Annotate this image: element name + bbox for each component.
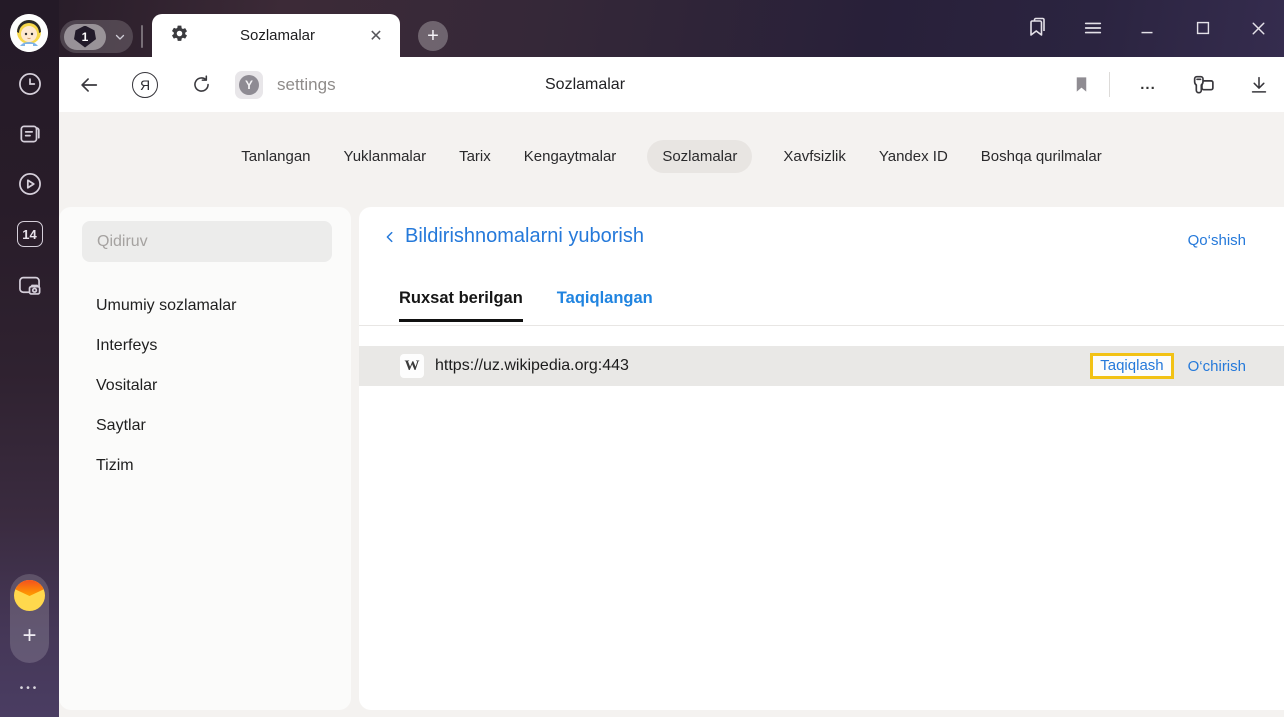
add-site-link[interactable]: Qo‘shish [1188,232,1246,249]
minimize-button[interactable] [1127,8,1167,48]
tabstrip-divider [141,25,143,48]
page-title: Bildirishnomalarni yuborish [405,225,644,248]
screenshot-icon[interactable] [0,272,59,299]
url-text[interactable]: settings [277,57,336,112]
tab-count-value: 1 [74,26,96,48]
mail-icon[interactable] [14,580,45,611]
nav-tab-yandex-id[interactable]: Yandex ID [877,140,950,173]
notes-icon[interactable] [0,121,59,147]
yandex-home-icon[interactable]: Я [129,57,161,112]
tab-close-icon[interactable]: ✕ [366,26,386,46]
taqiqlash-highlight-box: Taqiqlash [1090,353,1173,379]
sidebar-item-umumiy[interactable]: Umumiy sozlamalar [96,297,236,315]
settings-gear-icon [170,24,189,48]
more-icon[interactable]: ... [1131,57,1165,112]
video-icon[interactable] [0,171,59,197]
settings-main-panel: Bildirishnomalarni yuborish Qo‘shish Rux… [359,207,1284,710]
reload-icon[interactable] [185,57,217,112]
sidebar-item-interfeys[interactable]: Interfeys [96,337,157,355]
bookmarks-panel-icon[interactable] [1017,8,1057,48]
remove-link[interactable]: O‘chirish [1188,358,1246,375]
site-row: W https://uz.wikipedia.org:443 Taqiqlash… [359,346,1284,386]
nav-tab-boshqa-qurilmalar[interactable]: Boshqa qurilmalar [979,140,1104,173]
permission-tabs: Ruxsat berilgan Taqiqlangan [399,289,653,322]
ban-link[interactable]: Taqiqlash [1100,357,1163,374]
site-url: https://uz.wikipedia.org:443 [435,357,1090,375]
nav-tab-xavfsizlik[interactable]: Xavfsizlik [781,140,848,173]
menu-icon[interactable] [1073,8,1113,48]
calendar-count: 14 [17,221,43,247]
new-tab-button[interactable]: + [418,21,448,51]
tab-ruxsat-berilgan[interactable]: Ruxsat berilgan [399,289,523,322]
browser-window: 14 + ••• 1 [0,0,1284,717]
extensions-badge-icon[interactable] [1185,57,1221,112]
downloads-icon[interactable] [1241,57,1277,112]
nav-tab-tanlangan[interactable]: Tanlangan [239,140,312,173]
calendar-icon[interactable]: 14 [0,221,59,247]
site-favicon: Y [235,71,263,99]
sidebar-item-saytlar[interactable]: Saytlar [96,417,146,435]
section-header[interactable]: Bildirishnomalarni yuborish [383,225,644,248]
chevron-down-icon[interactable] [106,31,133,43]
tab-counter[interactable]: 1 [60,20,133,53]
wikipedia-favicon: W [400,354,424,378]
nav-tab-kengaytmalar[interactable]: Kengaytmalar [522,140,619,173]
settings-search-input[interactable] [82,221,332,262]
nav-tab-yuklanmalar[interactable]: Yuklanmalar [342,140,429,173]
add-service-button[interactable]: + [10,620,49,652]
omnibox-page-title: Sozlamalar [545,57,625,112]
tab-counter-chip: 1 [64,24,106,50]
maximize-button[interactable] [1183,8,1223,48]
nav-tab-sozlamalar[interactable]: Sozlamalar [647,140,752,173]
tabs-divider [359,325,1284,326]
browser-nav-tabs: Tanlangan Yuklanmalar Tarix Kengaytmalar… [59,140,1284,173]
back-chevron-icon[interactable] [383,228,397,246]
tab-taqiqlangan[interactable]: Taqiqlangan [557,289,653,322]
close-button[interactable] [1238,8,1278,48]
history-icon[interactable] [0,71,59,97]
settings-workspace: Tanlangan Yuklanmalar Tarix Kengaytmalar… [59,112,1284,717]
user-avatar[interactable] [10,14,48,52]
rail-more-icon[interactable]: ••• [0,683,59,694]
toolbar: Я Y settings Sozlamalar ... [59,57,1284,112]
back-icon[interactable] [71,57,107,112]
bookmark-icon[interactable] [1064,57,1098,112]
sidebar-item-tizim[interactable]: Tizim [96,457,134,475]
services-pill: + [10,574,49,663]
toolbar-divider [1109,72,1110,97]
settings-sidebar: Umumiy sozlamalar Interfeys Vositalar Sa… [59,207,351,710]
tab-title: Sozlamalar [189,27,366,44]
tab-sozlamalar[interactable]: Sozlamalar ✕ [152,14,400,57]
sidebar-item-vositalar[interactable]: Vositalar [96,377,157,395]
nav-tab-tarix[interactable]: Tarix [457,140,493,173]
